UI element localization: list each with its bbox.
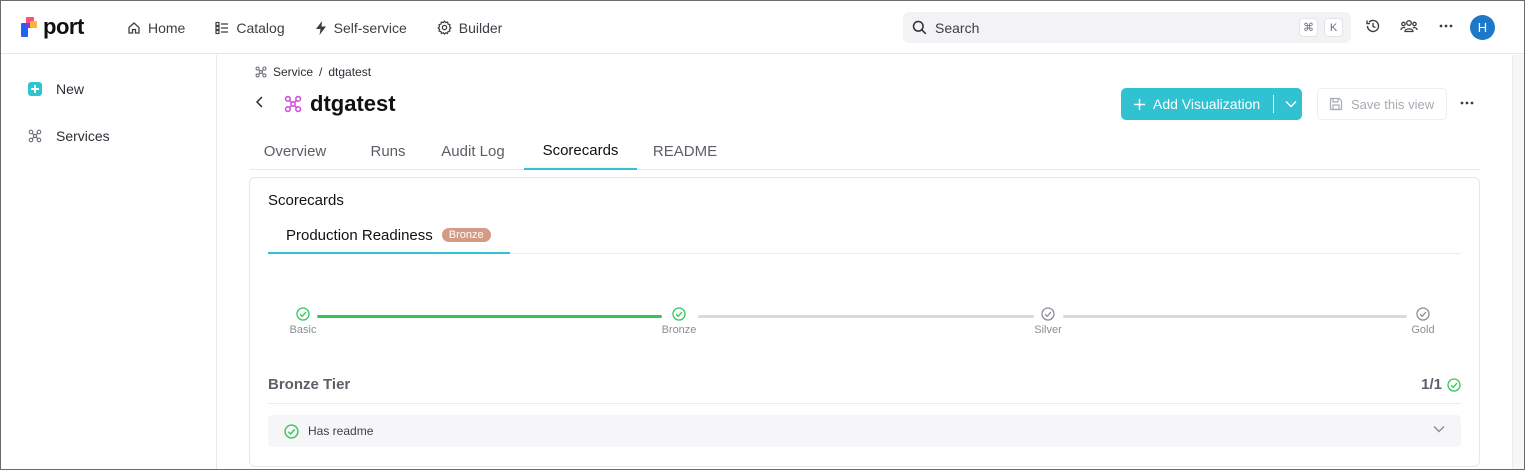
check-circle-icon xyxy=(296,307,310,321)
shortcut-mod-key: ⌘ xyxy=(1299,18,1318,37)
page-header: dtgatest xyxy=(284,91,396,117)
progress-segment-silver-gold xyxy=(1063,315,1407,318)
tier-header: Bronze Tier 1/1 xyxy=(268,376,1461,404)
search-input[interactable] xyxy=(935,19,1275,36)
service-icon xyxy=(28,129,42,143)
scorecard-tabs: Production Readiness Bronze xyxy=(268,218,1461,254)
breadcrumb-current: dtgatest xyxy=(328,65,372,79)
service-icon xyxy=(255,66,267,78)
history-icon[interactable] xyxy=(1365,18,1381,34)
more-horizontal-icon[interactable] xyxy=(1460,101,1474,105)
back-arrow-icon[interactable] xyxy=(254,95,266,109)
milestone-gold: Gold xyxy=(1393,307,1453,336)
rule-row-has-readme[interactable]: Has readme xyxy=(268,415,1461,447)
top-bar: port Home Catalog Self-service Builder S… xyxy=(1,1,1524,54)
nav-home-label: Home xyxy=(148,19,186,36)
rule-label: Has readme xyxy=(308,424,374,438)
tier-count: 1/1 xyxy=(1421,376,1461,393)
main-nav: Home Catalog Self-service Builder xyxy=(127,1,502,54)
progress-segment-basic-bronze xyxy=(317,315,662,318)
search-bar[interactable]: ⌘ K xyxy=(903,12,1351,43)
port-logo-icon xyxy=(21,17,37,37)
plus-square-icon xyxy=(28,82,42,96)
nav-catalog[interactable]: Catalog xyxy=(215,19,285,36)
tab-readme[interactable]: README xyxy=(642,133,728,170)
milestone-silver-label: Silver xyxy=(1034,324,1062,336)
tab-scorecards[interactable]: Scorecards xyxy=(524,133,637,170)
chevron-down-icon[interactable] xyxy=(1285,100,1297,108)
check-circle-icon xyxy=(1416,307,1430,321)
nav-catalog-label: Catalog xyxy=(236,19,285,36)
tab-runs[interactable]: Runs xyxy=(354,133,422,170)
button-divider xyxy=(1273,95,1275,113)
tier-count-value: 1/1 xyxy=(1421,376,1442,393)
milestone-basic: Basic xyxy=(273,307,333,336)
add-visualization-label: Add Visualization xyxy=(1153,96,1261,112)
scorecard-tab-production-readiness[interactable]: Production Readiness Bronze xyxy=(268,218,510,254)
sidebar: New Services xyxy=(1,55,217,469)
milestone-basic-label: Basic xyxy=(289,324,317,336)
sidebar-item-new[interactable]: New xyxy=(28,81,84,97)
scorecards-card: Scorecards Production Readiness Bronze B… xyxy=(249,177,1480,467)
milestone-gold-label: Gold xyxy=(1411,324,1435,336)
tab-overview[interactable]: Overview xyxy=(253,133,337,170)
sidebar-item-services-label: Services xyxy=(56,128,110,144)
tier-title: Bronze Tier xyxy=(268,376,351,393)
level-badge: Bronze xyxy=(441,228,491,242)
plus-icon xyxy=(1134,98,1145,110)
service-icon xyxy=(284,95,302,113)
breadcrumb-separator: / xyxy=(319,65,323,79)
team-icon[interactable] xyxy=(1400,18,1418,34)
add-visualization-button[interactable]: Add Visualization xyxy=(1121,88,1302,120)
scorecard-name: Production Readiness xyxy=(286,226,433,244)
check-circle-icon xyxy=(1447,377,1461,392)
save-view-button[interactable]: Save this view xyxy=(1317,88,1447,120)
logo-text: port xyxy=(43,14,84,39)
scorecards-title: Scorecards xyxy=(268,192,344,209)
milestone-silver: Silver xyxy=(1018,307,1078,336)
nav-self-service[interactable]: Self-service xyxy=(315,20,407,36)
page-title: dtgatest xyxy=(310,91,396,116)
shortcut-k-key: K xyxy=(1324,18,1343,37)
check-circle-icon xyxy=(284,423,299,439)
right-gutter xyxy=(1512,55,1524,469)
app-window: port Home Catalog Self-service Builder S… xyxy=(0,0,1525,470)
catalog-icon xyxy=(215,21,229,34)
milestone-bronze: Bronze xyxy=(649,307,709,336)
nav-builder-label: Builder xyxy=(458,19,503,36)
logo[interactable]: port xyxy=(21,14,84,40)
nav-home[interactable]: Home xyxy=(127,20,185,36)
milestone-bronze-label: Bronze xyxy=(661,324,697,336)
gear-icon xyxy=(436,20,452,35)
level-progress: Basic Bronze Silver Gold xyxy=(268,306,1461,346)
sidebar-item-new-label: New xyxy=(56,81,85,97)
save-view-label: Save this view xyxy=(1351,96,1435,112)
main-content: Service / dtgatest dtgatest Add Visualiz… xyxy=(218,55,1512,469)
breadcrumb-parent[interactable]: Service xyxy=(273,65,313,79)
lightning-icon xyxy=(315,20,326,35)
nav-builder[interactable]: Builder xyxy=(436,19,503,36)
check-circle-icon xyxy=(1041,307,1055,321)
user-avatar[interactable]: H xyxy=(1470,15,1495,40)
nav-self-service-label: Self-service xyxy=(333,19,407,36)
more-horizontal-icon[interactable] xyxy=(1439,24,1453,28)
save-icon xyxy=(1329,97,1343,111)
search-icon xyxy=(912,20,927,35)
entity-tabs: Overview Runs Audit Log Scorecards READM… xyxy=(250,133,1480,170)
progress-segment-bronze-silver xyxy=(698,315,1034,318)
chevron-down-icon[interactable] xyxy=(1433,425,1445,433)
breadcrumb: Service / dtgatest xyxy=(255,65,371,79)
check-circle-icon xyxy=(672,307,686,321)
tab-audit-log[interactable]: Audit Log xyxy=(431,133,515,170)
sidebar-item-services[interactable]: Services xyxy=(28,128,110,144)
home-icon xyxy=(128,21,140,34)
